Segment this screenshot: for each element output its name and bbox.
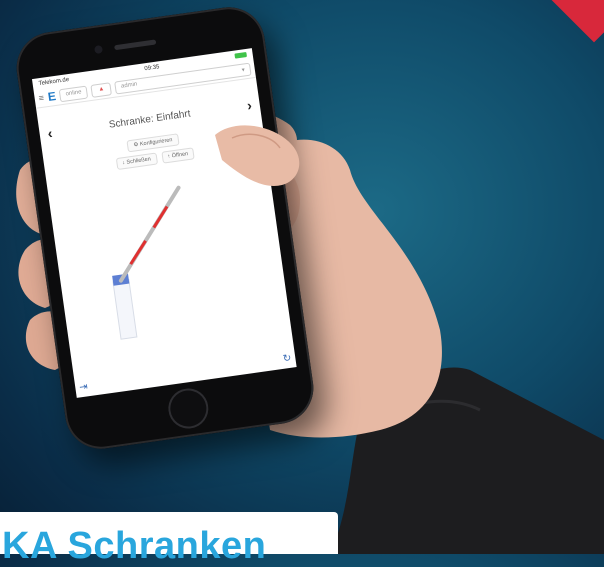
scene: Telekom.de 09:35 ≡ E online ▲ admin ▾ ‹ … [0,0,604,566]
caption-banner: KA Schranken [0,512,338,566]
caption-text: KA Schranken [2,525,267,567]
thumb-illustration [215,125,300,186]
